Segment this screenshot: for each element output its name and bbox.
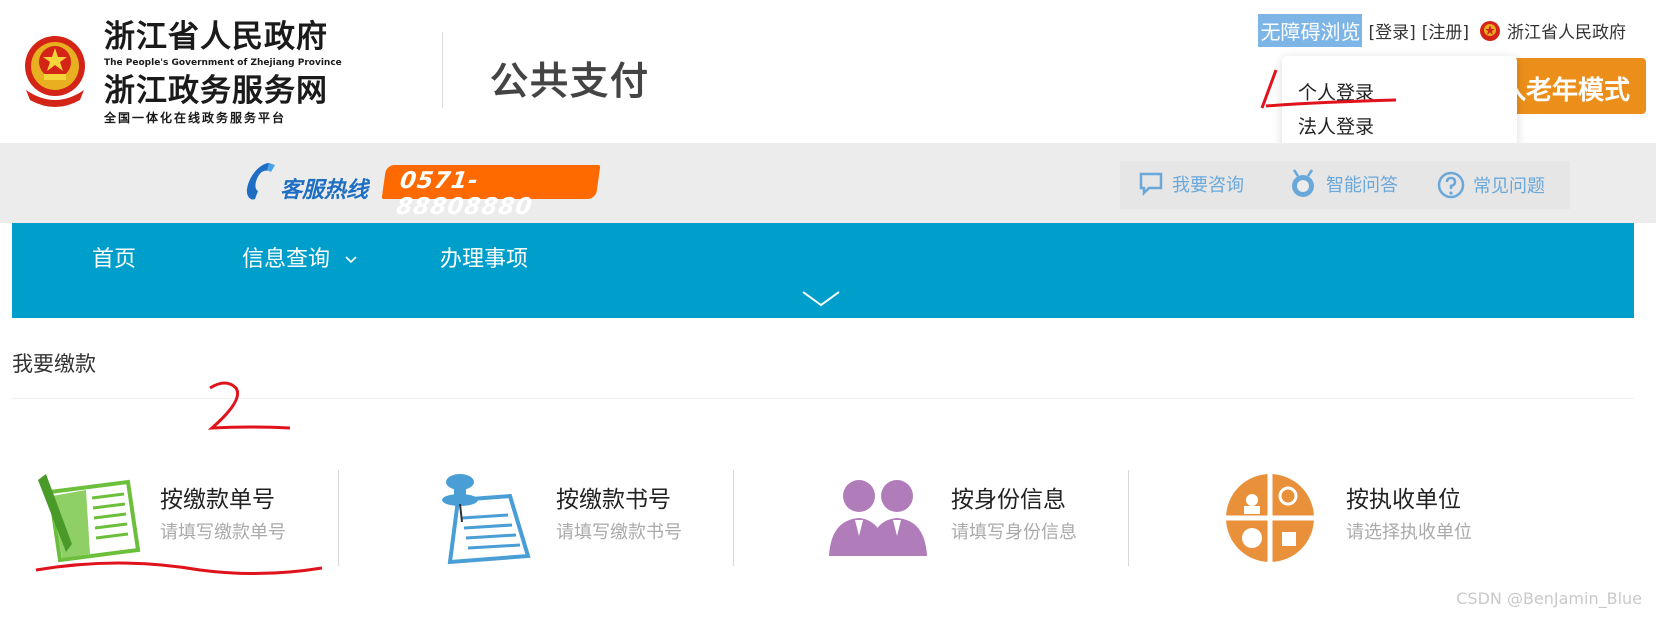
people-icon (829, 480, 927, 556)
pay-method-label: 按缴款书号 (556, 487, 671, 513)
smart-qa-link[interactable]: 智能问答 (1288, 168, 1398, 200)
chevron-down-icon (345, 256, 357, 264)
chat-bubble-icon (1139, 172, 1163, 197)
service-bar: 客服热线 0571-88808880 (0, 143, 1656, 223)
unit-grid-icon (1226, 474, 1314, 562)
accessibility-link[interactable]: 无障碍浏览 (1258, 14, 1363, 47)
consult-label: 我要咨询 (1172, 175, 1244, 196)
expand-chevron-icon[interactable] (802, 291, 840, 307)
main-nav: 首页 信息查询 办理事项 (12, 223, 1634, 318)
corporate-login-item[interactable]: 法人登录 (1298, 112, 1374, 139)
pay-method-hint: 请填写缴款单号 (160, 522, 286, 543)
brand-title-province: 浙江省人民政府 (104, 19, 328, 55)
hotline-label: 客服热线 (280, 178, 369, 203)
pay-by-notice-number[interactable]: 按缴款书号 请填写缴款书号 (428, 470, 728, 566)
site-header: 浙江省人民政府 The People's Government of Zheji… (0, 0, 1656, 160)
brand-title-english: The People's Government of Zhejiang Prov… (104, 58, 342, 68)
pay-by-collecting-unit[interactable]: 按执收单位 请选择执收单位 (1218, 470, 1518, 566)
watermark: CSDN @BenJamin_Blue (1456, 589, 1642, 608)
pay-separator (733, 470, 734, 566)
faq-link[interactable]: 常见问题 (1437, 171, 1545, 199)
nav-info-query[interactable]: 信息查询 (242, 241, 357, 273)
pay-separator (338, 470, 339, 566)
question-icon (1437, 171, 1465, 199)
header-divider (442, 32, 443, 108)
pushpin-document-icon (442, 474, 531, 565)
robot-icon (1292, 169, 1314, 197)
pay-method-hint: 请选择执收单位 (1346, 522, 1472, 543)
pay-method-label: 按身份信息 (951, 487, 1066, 513)
phone-icon (246, 163, 275, 200)
hotline-number: 0571-88808880 (381, 165, 601, 220)
pay-method-hint: 请填写缴款书号 (556, 522, 682, 543)
register-link[interactable]: [注册] (1422, 18, 1469, 43)
notepad-icon (38, 474, 141, 563)
brand-block[interactable]: 浙江省人民政府 The People's Government of Zheji… (104, 18, 344, 126)
brand-title-service: 浙江政务服务网 (104, 73, 328, 109)
pay-method-label: 按执收单位 (1346, 487, 1461, 513)
gov-emblem-icon (1480, 20, 1500, 41)
nav-home[interactable]: 首页 (92, 241, 136, 273)
national-emblem-icon (25, 36, 85, 107)
pay-method-label: 按缴款单号 (160, 487, 275, 513)
faq-label: 常见问题 (1473, 176, 1545, 197)
pay-by-identity[interactable]: 按身份信息 请填写身份信息 (823, 470, 1123, 566)
login-link[interactable]: [登录] (1368, 18, 1415, 43)
nav-info-query-label: 信息查询 (242, 247, 331, 272)
pay-by-bill-number[interactable]: 按缴款单号 请填写缴款单号 (32, 470, 332, 566)
section-title: 我要缴款 (12, 352, 96, 376)
consult-link[interactable]: 我要咨询 (1138, 171, 1244, 197)
nav-affairs[interactable]: 办理事项 (440, 241, 528, 273)
pay-method-hint: 请填写身份信息 (951, 522, 1077, 543)
brand-subtitle: 全国一体化在线政务服务平台 (104, 111, 287, 125)
gov-link[interactable]: 浙江省人民政府 (1507, 18, 1626, 43)
page-title: 公共支付 (490, 59, 651, 103)
smart-qa-label: 智能问答 (1326, 175, 1398, 196)
top-links: 无障碍浏览 [登录] [注册] 浙江省人民政府 (1258, 14, 1632, 47)
personal-login-item[interactable]: 个人登录 (1298, 78, 1374, 105)
pay-separator (1128, 470, 1129, 566)
